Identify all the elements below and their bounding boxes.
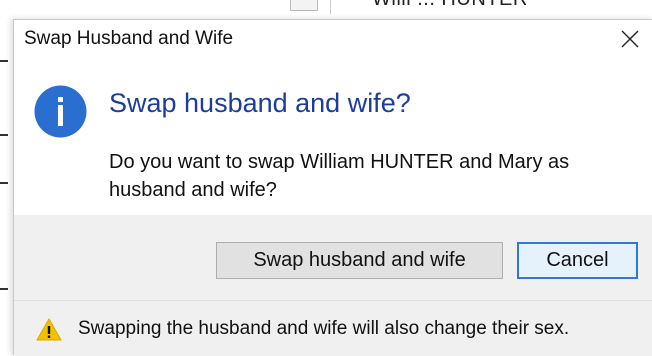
- dialog-content: Swap husband and wife? Do you want to sw…: [14, 58, 652, 215]
- dialog-title: Swap Husband and Wife: [24, 28, 234, 49]
- background-person-name: Willi ... HUNTER: [372, 0, 528, 11]
- button-bar: Swap husband and wife Cancel: [14, 215, 652, 300]
- title-bar: Swap Husband and Wife: [14, 20, 652, 58]
- grid-icon: [290, 0, 318, 11]
- tree-connector: [0, 182, 8, 184]
- dialog-message: Do you want to swap William HUNTER and M…: [109, 151, 570, 201]
- swap-husband-wife-dialog: Swap Husband and Wife Swap husband and w…: [13, 19, 652, 356]
- tree-connector: [0, 134, 8, 136]
- close-button[interactable]: [607, 20, 652, 58]
- tree-connector: [0, 60, 8, 62]
- cancel-button[interactable]: Cancel: [517, 242, 638, 279]
- background-header: Willi ... HUNTER: [0, 0, 652, 20]
- footer-note: Swapping the husband and wife will also …: [78, 318, 570, 339]
- swap-button[interactable]: Swap husband and wife: [216, 242, 503, 279]
- column-divider: [330, 0, 331, 14]
- info-icon: [34, 85, 87, 138]
- tree-connector: [0, 288, 8, 290]
- dialog-footer: Swapping the husband and wife will also …: [14, 300, 652, 356]
- main-instruction: Swap husband and wife?: [109, 88, 411, 118]
- warning-icon: [36, 318, 62, 341]
- close-icon: [621, 30, 639, 48]
